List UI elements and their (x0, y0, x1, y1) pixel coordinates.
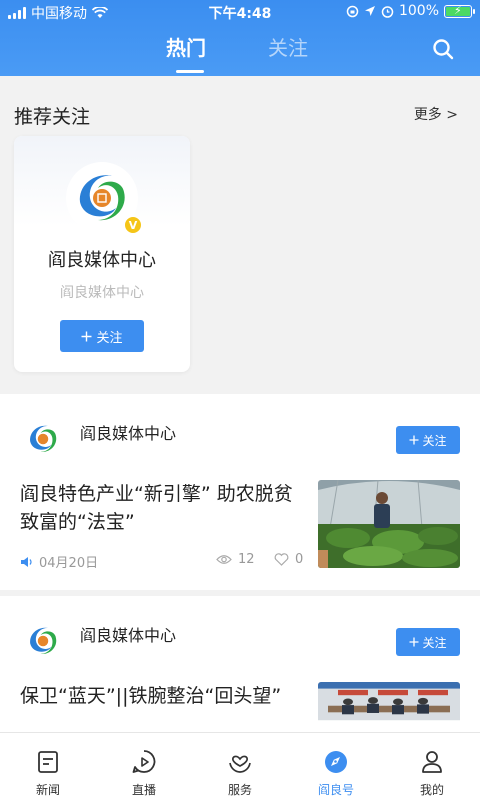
nav-item-live[interactable]: 直播 (96, 733, 192, 800)
verified-icon: V (124, 216, 142, 234)
heart-icon[interactable] (274, 553, 289, 566)
follow-button[interactable]: 关注 (60, 320, 144, 352)
author-avatar (22, 418, 64, 460)
post-author[interactable]: 阎良媒体中心 (80, 420, 176, 444)
feed-post[interactable]: 阎良媒体中心 关注 阎良特色产业“新引擎” 助农脱贫致富的“法宝” 04月20日… (0, 394, 480, 590)
nav-item-news[interactable]: 新闻 (0, 733, 96, 800)
news-icon (38, 751, 58, 773)
nav-label: 服务 (227, 783, 252, 797)
tab-follow[interactable]: 关注 (268, 32, 308, 61)
feed-post[interactable]: 阎良媒体中心 关注 保卫“蓝天”||铁腕整治“回头望” (0, 596, 480, 740)
follow-button[interactable]: 关注 (396, 426, 460, 454)
like-count: 0 (295, 552, 304, 567)
recommended-section: 推荐关注 更多 > V 阎良媒体中心 阎良媒体中心 关注 (0, 76, 480, 392)
recommended-card[interactable]: V 阎良媒体中心 阎良媒体中心 关注 (14, 136, 190, 372)
tab-hot[interactable]: 热门 (166, 32, 206, 61)
post-author[interactable]: 阎良媒体中心 (80, 622, 176, 646)
post-meta: 04月20日 12 0 (20, 552, 304, 572)
profile-icon (422, 751, 442, 773)
post-title[interactable]: 阎良特色产业“新引擎” 助农脱贫致富的“法宝” (20, 480, 304, 536)
compass-icon (325, 751, 347, 773)
search-icon[interactable] (432, 38, 454, 60)
app-header: 中国移动 下午4:48 100% ⚡ 热门 关注 (0, 0, 480, 76)
bottom-nav: 新闻 直播 服务 阎良号 我的 (0, 732, 480, 800)
battery-percent: 100% (398, 3, 439, 19)
live-icon (132, 750, 156, 773)
top-tabs: 热门 关注 (0, 32, 480, 73)
author-avatar (22, 620, 64, 662)
status-bar: 中国移动 下午4:48 100% ⚡ (0, 0, 480, 24)
nav-item-service[interactable]: 服务 (192, 733, 288, 800)
post-thumbnail[interactable] (318, 480, 460, 568)
plus-icon (409, 435, 419, 445)
nav-item-mine[interactable]: 我的 (384, 733, 480, 800)
battery-icon: ⚡ (444, 4, 475, 18)
follow-button-label: 关注 (422, 635, 447, 650)
plus-icon (409, 637, 419, 647)
account-name: 阎良媒体中心 (48, 250, 156, 271)
account-subtitle: 阎良媒体中心 (60, 285, 144, 301)
active-tab-indicator (176, 70, 204, 73)
nav-label: 我的 (419, 783, 444, 797)
section-title: 推荐关注 (14, 106, 91, 128)
service-icon (229, 755, 251, 773)
post-title[interactable]: 保卫“蓝天”||铁腕整治“回头望” (20, 682, 304, 710)
view-count: 12 (238, 552, 255, 567)
follow-button-label: 关注 (422, 433, 447, 448)
nav-label: 阎良号 (317, 783, 354, 797)
follow-button-label: 关注 (96, 330, 123, 346)
post-date: 04月20日 (39, 556, 99, 571)
more-link[interactable]: 更多 > (414, 104, 458, 124)
eye-icon (216, 555, 232, 564)
nav-label: 新闻 (35, 783, 60, 797)
alarm-icon (381, 5, 394, 18)
follow-button[interactable]: 关注 (396, 628, 460, 656)
location-icon (364, 6, 375, 16)
nav-label: 直播 (131, 783, 156, 797)
rotation-lock-icon (346, 5, 359, 17)
plus-icon (81, 331, 92, 341)
speaker-icon[interactable] (20, 556, 33, 568)
nav-item-yanliang[interactable]: 阎良号 (288, 733, 384, 800)
